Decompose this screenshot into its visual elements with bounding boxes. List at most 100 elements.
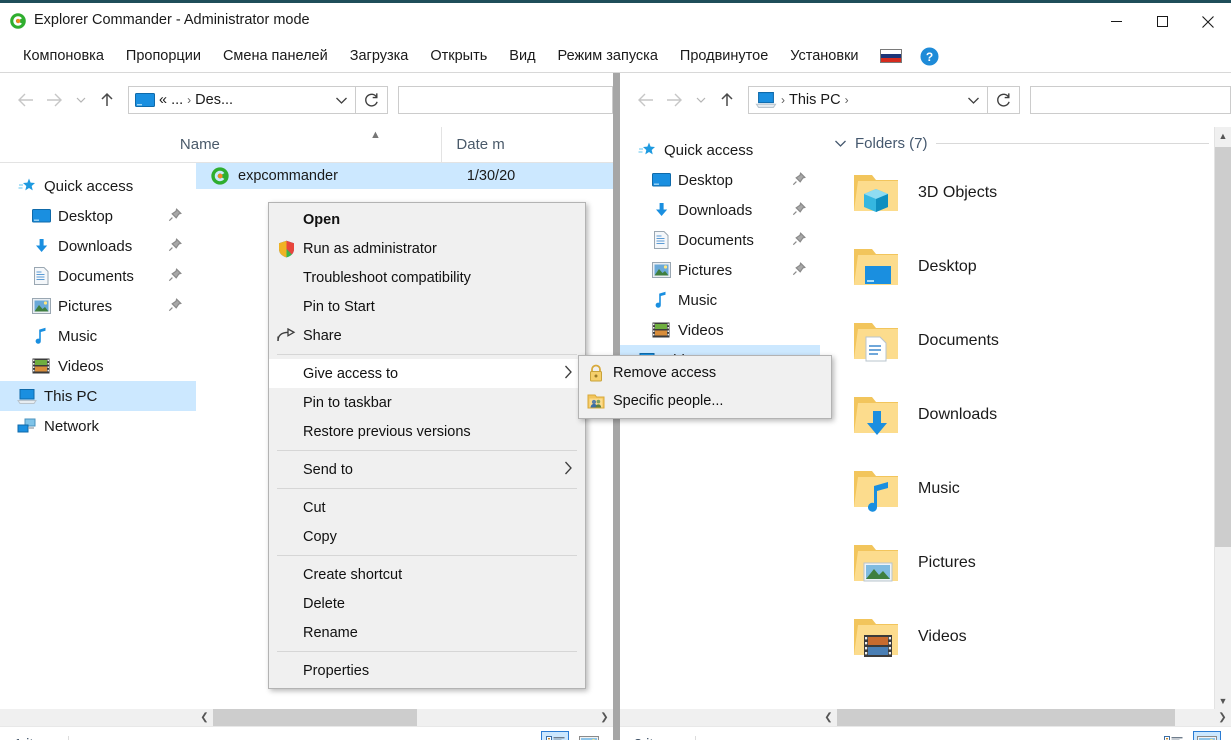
scroll-down-icon[interactable]: ▼ bbox=[1215, 692, 1231, 709]
back-button[interactable] bbox=[10, 85, 40, 115]
minimize-button[interactable] bbox=[1093, 3, 1139, 40]
tree-item-pictures[interactable]: Pictures bbox=[0, 291, 196, 321]
scroll-left-icon[interactable]: ❮ bbox=[196, 709, 213, 726]
back-button[interactable] bbox=[630, 85, 660, 115]
details-view-button[interactable] bbox=[1159, 731, 1187, 740]
menu-item-ustanovki[interactable]: Установки bbox=[779, 44, 869, 68]
group-header-folders[interactable]: Folders (7) bbox=[820, 127, 1231, 156]
context-menu-item-send-to[interactable]: Send to bbox=[269, 455, 585, 484]
left-address-bar[interactable]: « ... › Des... bbox=[128, 86, 356, 114]
right-search-input[interactable] bbox=[1030, 86, 1231, 114]
context-menu-item-open[interactable]: Open bbox=[269, 205, 585, 234]
maximize-button[interactable] bbox=[1139, 3, 1185, 40]
tree-item-music[interactable]: Music bbox=[0, 321, 196, 351]
context-menu-item-run-as-administrator[interactable]: Run as administrator bbox=[269, 234, 585, 263]
menu-item-smena-panelej[interactable]: Смена панелей bbox=[212, 44, 339, 68]
menu-item-vid[interactable]: Вид bbox=[498, 44, 546, 68]
context-menu-item-pin-to-start[interactable]: Pin to Start bbox=[269, 292, 585, 321]
list-item[interactable]: 3D Objects bbox=[848, 156, 1231, 230]
scroll-right-icon[interactable]: ❯ bbox=[596, 709, 613, 726]
context-menu-item-label: Pin to taskbar bbox=[303, 395, 585, 411]
context-menu-item-pin-to-taskbar[interactable]: Pin to taskbar bbox=[269, 388, 585, 417]
column-header-name[interactable]: Name bbox=[166, 127, 442, 162]
help-button[interactable]: ? bbox=[912, 44, 947, 69]
tree-item-desktop[interactable]: Desktop bbox=[620, 165, 820, 195]
list-item[interactable]: Documents bbox=[848, 304, 1231, 378]
list-item[interactable]: Videos bbox=[848, 600, 1231, 674]
tree-item-downloads[interactable]: Downloads bbox=[0, 231, 196, 261]
left-refresh-button[interactable] bbox=[356, 86, 388, 114]
scroll-right-icon[interactable]: ❯ bbox=[1214, 709, 1231, 726]
address-dropdown-button[interactable] bbox=[327, 87, 355, 113]
tree-item-downloads[interactable]: Downloads bbox=[620, 195, 820, 225]
list-item-label: Music bbox=[918, 480, 960, 498]
list-item[interactable]: Desktop bbox=[848, 230, 1231, 304]
context-menu-item-give-access-to[interactable]: Give access to bbox=[269, 359, 585, 388]
right-vertical-scrollbar[interactable]: ▲ ▼ bbox=[1214, 127, 1231, 709]
submenu-item-remove-access[interactable]: Remove access bbox=[579, 359, 831, 387]
tree-item-quick-access[interactable]: Quick access bbox=[0, 171, 196, 201]
context-menu-item-restore-previous-versions[interactable]: Restore previous versions bbox=[269, 417, 585, 446]
up-button[interactable] bbox=[712, 85, 742, 115]
tree-item-desktop[interactable]: Desktop bbox=[0, 201, 196, 231]
scroll-up-icon[interactable]: ▲ bbox=[1215, 127, 1231, 144]
details-view-button[interactable] bbox=[541, 731, 569, 740]
breadcrumb-crumb-1[interactable]: ... bbox=[171, 92, 183, 108]
recent-locations-button[interactable] bbox=[690, 85, 712, 115]
left-horizontal-scrollbar[interactable]: ❮ ❯ bbox=[0, 709, 613, 726]
large-icons-view-button[interactable] bbox=[1193, 731, 1221, 740]
forward-button[interactable] bbox=[660, 85, 690, 115]
menu-item-prodvinutoe[interactable]: Продвинутое bbox=[669, 44, 779, 68]
language-button[interactable] bbox=[870, 45, 912, 67]
tree-item-music[interactable]: Music bbox=[620, 285, 820, 315]
table-row[interactable]: expcommander 1/30/20 bbox=[196, 163, 613, 189]
breadcrumb-separator: › bbox=[187, 93, 191, 107]
right-hscroll-thumb[interactable] bbox=[837, 709, 1175, 726]
submenu-item-specific-people[interactable]: Specific people... bbox=[579, 387, 831, 415]
tree-item-documents[interactable]: Documents bbox=[620, 225, 820, 255]
context-menu-item-delete[interactable]: Delete bbox=[269, 589, 585, 618]
context-menu-item-troubleshoot-compatibility[interactable]: Troubleshoot compatibility bbox=[269, 263, 585, 292]
right-address-bar[interactable]: › This PC › bbox=[748, 86, 988, 114]
context-menu-item-copy[interactable]: Copy bbox=[269, 522, 585, 551]
breadcrumb-crumb-2[interactable]: Des... bbox=[195, 92, 233, 108]
tree-item-pictures[interactable]: Pictures bbox=[620, 255, 820, 285]
downloads-arrow-icon bbox=[30, 238, 52, 255]
right-refresh-button[interactable] bbox=[988, 86, 1020, 114]
large-icons-view-button[interactable] bbox=[575, 731, 603, 740]
context-menu-item-share[interactable]: Share bbox=[269, 321, 585, 350]
menu-item-otkryt[interactable]: Открыть bbox=[419, 44, 498, 68]
context-menu-item-cut[interactable]: Cut bbox=[269, 493, 585, 522]
address-dropdown-button[interactable] bbox=[959, 87, 987, 113]
context-menu-item-properties[interactable]: Properties bbox=[269, 656, 585, 685]
recent-locations-button[interactable] bbox=[70, 85, 92, 115]
breadcrumb-crumb-0[interactable]: This PC bbox=[789, 92, 841, 108]
context-menu-item-create-shortcut[interactable]: Create shortcut bbox=[269, 560, 585, 589]
left-hscroll-thumb[interactable] bbox=[213, 709, 417, 726]
context-menu-item-rename[interactable]: Rename bbox=[269, 618, 585, 647]
list-item[interactable]: Pictures bbox=[848, 526, 1231, 600]
forward-button[interactable] bbox=[40, 85, 70, 115]
quick-access-star-icon bbox=[16, 177, 38, 195]
breadcrumb-crumb-0[interactable]: « bbox=[159, 92, 167, 108]
list-item[interactable]: Downloads bbox=[848, 378, 1231, 452]
menu-item-komponovka[interactable]: Компоновка bbox=[12, 44, 115, 68]
menu-item-zagruzka[interactable]: Загрузка bbox=[339, 44, 420, 68]
column-header-date[interactable]: Date m bbox=[441, 127, 613, 162]
tree-item-this-pc[interactable]: This PC bbox=[0, 381, 196, 411]
tree-item-documents[interactable]: Documents bbox=[0, 261, 196, 291]
left-search-input[interactable] bbox=[398, 86, 613, 114]
close-button[interactable] bbox=[1185, 3, 1231, 40]
up-button[interactable] bbox=[92, 85, 122, 115]
right-vscroll-thumb[interactable] bbox=[1215, 147, 1231, 547]
tree-item-videos[interactable]: Videos bbox=[0, 351, 196, 381]
tree-item-network[interactable]: Network bbox=[0, 411, 196, 441]
right-horizontal-scrollbar[interactable]: ❮ ❯ bbox=[620, 709, 1231, 726]
right-folder-list[interactable]: Folders (7) bbox=[820, 127, 1231, 709]
tree-item-quick-access[interactable]: Quick access bbox=[620, 135, 820, 165]
list-item[interactable]: Music bbox=[848, 452, 1231, 526]
menu-item-proporcii[interactable]: Пропорции bbox=[115, 44, 212, 68]
tree-item-videos[interactable]: Videos bbox=[620, 315, 820, 345]
scroll-left-icon[interactable]: ❮ bbox=[820, 709, 837, 726]
menu-item-rezhim-zapuska[interactable]: Режим запуска bbox=[547, 44, 669, 68]
